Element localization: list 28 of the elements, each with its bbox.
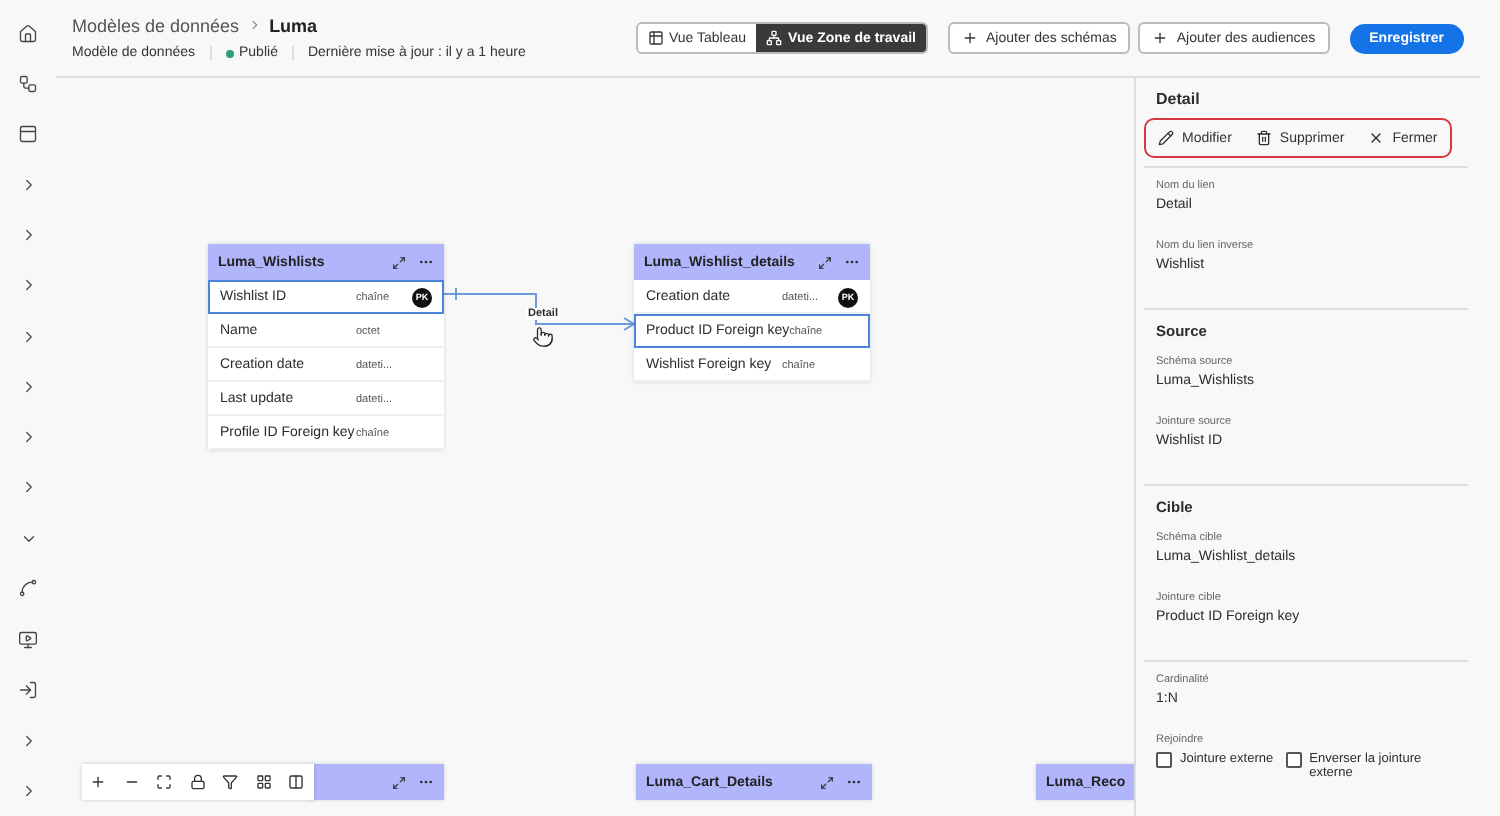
filter-icon xyxy=(222,774,239,790)
fit-view-icon xyxy=(156,774,173,790)
table-node[interactable] xyxy=(310,764,444,800)
breadcrumb-separator-icon xyxy=(247,17,262,35)
expand-icon[interactable] xyxy=(820,775,834,789)
zoom-in-icon xyxy=(90,774,107,790)
expand-icon[interactable] xyxy=(392,775,406,789)
hand-cursor-icon xyxy=(532,326,554,348)
panel-title: Detail xyxy=(1154,90,1202,108)
checkbox[interactable] xyxy=(1285,752,1302,768)
columns-button[interactable] xyxy=(280,764,313,800)
expand-icon[interactable] xyxy=(818,255,832,269)
breadcrumb-current: Luma xyxy=(269,16,318,36)
network-icon xyxy=(766,30,783,46)
table-icon xyxy=(647,30,663,46)
zoom-in-button[interactable] xyxy=(82,764,115,800)
plus-icon xyxy=(1152,30,1169,46)
layout-icon xyxy=(255,774,272,790)
plus-icon xyxy=(961,30,978,46)
lock-icon xyxy=(189,774,206,790)
columns-icon xyxy=(288,774,305,790)
close-icon xyxy=(1368,130,1385,146)
breadcrumb-link[interactable]: Modèles de données xyxy=(72,16,240,36)
checkbox[interactable] xyxy=(1156,752,1172,768)
expand-icon[interactable] xyxy=(392,255,406,269)
status-dot xyxy=(225,49,233,57)
trash-icon xyxy=(1255,130,1272,146)
pencil-icon xyxy=(1158,130,1174,146)
